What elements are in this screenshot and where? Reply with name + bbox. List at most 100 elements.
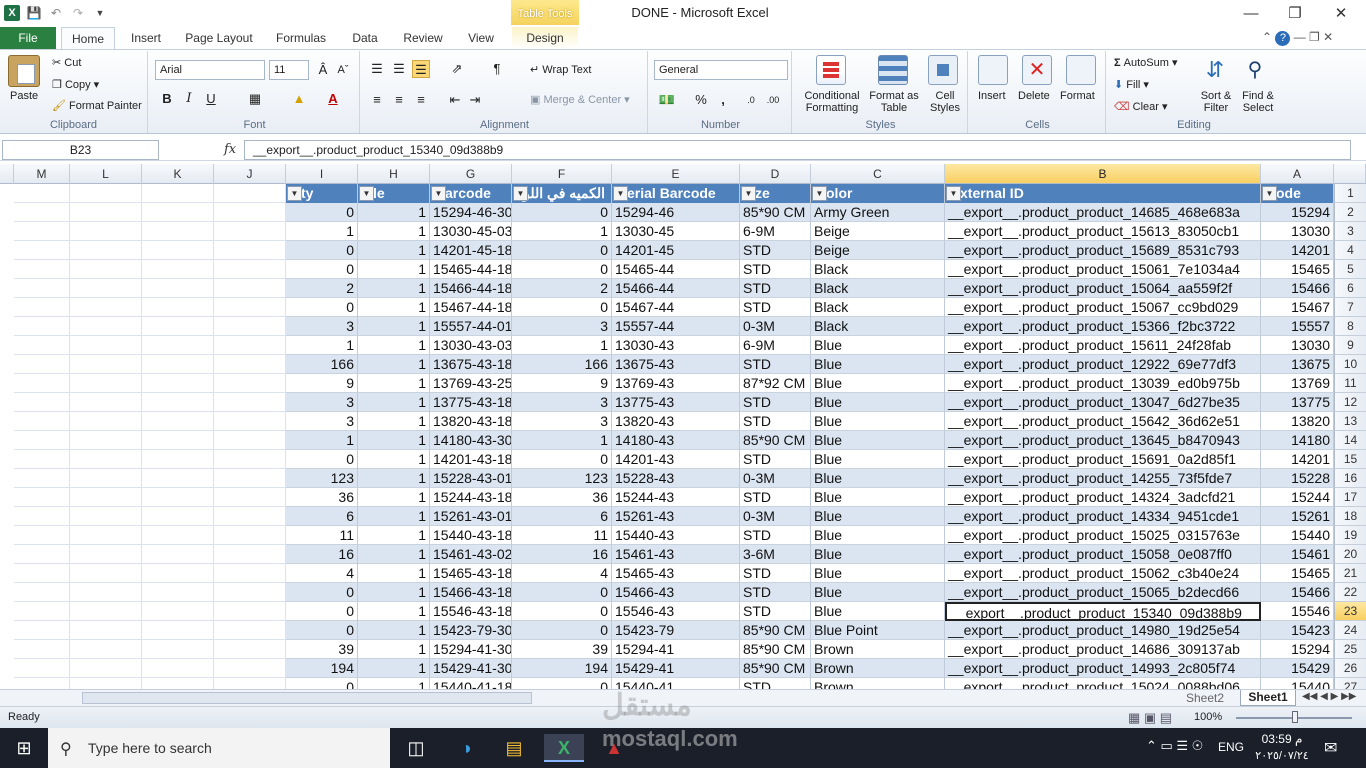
table-cell-h[interactable]: 1: [358, 260, 430, 279]
table-cell-g[interactable]: 13769-43-25: [430, 374, 512, 393]
filter-dropdown-icon[interactable]: ▼: [613, 186, 628, 201]
sheet-tab-sheet2[interactable]: Sheet2: [1186, 691, 1224, 705]
table-cell-f[interactable]: 194: [512, 659, 612, 678]
table-cell-a[interactable]: 15440: [1261, 678, 1334, 689]
table-cell-h[interactable]: 1: [358, 317, 430, 336]
table-cell-c[interactable]: Blue: [811, 450, 945, 469]
number-format-combo[interactable]: General: [654, 60, 788, 80]
table-cell-h[interactable]: 1: [358, 336, 430, 355]
empty-cell[interactable]: [14, 431, 70, 450]
insert-cells-icon[interactable]: [978, 55, 1008, 85]
column-header-a[interactable]: A: [1261, 164, 1334, 184]
table-cell-i[interactable]: 0: [286, 298, 358, 317]
empty-cell[interactable]: [70, 317, 142, 336]
filter-dropdown-icon[interactable]: ▼: [287, 186, 302, 201]
table-cell-a[interactable]: 13030: [1261, 222, 1334, 241]
table-cell-e[interactable]: 13675-43: [612, 355, 740, 374]
table-cell-c[interactable]: Blue: [811, 412, 945, 431]
empty-cell[interactable]: [14, 260, 70, 279]
empty-cell[interactable]: [14, 469, 70, 488]
table-cell-c[interactable]: Blue: [811, 583, 945, 602]
comma-button[interactable]: ,: [714, 91, 732, 109]
table-cell-i[interactable]: 0: [286, 241, 358, 260]
minimize-button[interactable]: —: [1228, 0, 1274, 27]
empty-cell[interactable]: [14, 298, 70, 317]
table-cell-h[interactable]: 1: [358, 279, 430, 298]
table-cell-b[interactable]: __export__.product_product_15065_b2decd6…: [945, 583, 1261, 602]
table-cell-d[interactable]: STD: [740, 602, 811, 621]
table-cell-f[interactable]: 3: [512, 412, 612, 431]
filter-dropdown-icon[interactable]: ▼: [741, 186, 756, 201]
table-cell-e[interactable]: 15228-43: [612, 469, 740, 488]
table-cell-a[interactable]: 15228: [1261, 469, 1334, 488]
column-header-m[interactable]: M: [14, 164, 70, 184]
column-header-h[interactable]: H: [358, 164, 430, 184]
worksheet-grid[interactable]: M L K J I H G F E D C B A 1 ty ▼ le ▼ arcode ▼ الكميه في الل…: [0, 164, 1366, 689]
empty-cell[interactable]: [14, 241, 70, 260]
table-cell-d[interactable]: 85*90 CM: [740, 431, 811, 450]
table-cell-d[interactable]: STD: [740, 412, 811, 431]
clock-time[interactable]: 03:59 م: [1254, 732, 1310, 746]
empty-cell[interactable]: [70, 659, 142, 678]
empty-cell[interactable]: [142, 203, 214, 222]
empty-cell[interactable]: [70, 374, 142, 393]
paste-button[interactable]: Paste: [10, 90, 38, 102]
name-box[interactable]: B23: [2, 140, 159, 160]
table-cell-h[interactable]: 1: [358, 545, 430, 564]
table-cell-b[interactable]: __export__.product_product_12922_69e77df…: [945, 355, 1261, 374]
empty-cell[interactable]: [70, 298, 142, 317]
table-cell-h[interactable]: 1: [358, 393, 430, 412]
row-header[interactable]: 2: [1334, 203, 1366, 222]
empty-cell[interactable]: [142, 583, 214, 602]
table-cell-i[interactable]: 1: [286, 222, 358, 241]
table-cell-a[interactable]: 15294: [1261, 203, 1334, 222]
table-cell-f[interactable]: 0: [512, 602, 612, 621]
table-cell-e[interactable]: 15440-43: [612, 526, 740, 545]
empty-cell[interactable]: [214, 184, 286, 203]
tab-page-layout[interactable]: Page Layout: [177, 27, 261, 49]
table-cell-e[interactable]: 15261-43: [612, 507, 740, 526]
row-header[interactable]: 24: [1334, 621, 1366, 640]
table-cell-b[interactable]: __export__.product_product_15061_7e1034a…: [945, 260, 1261, 279]
insert-function-button[interactable]: fx: [224, 140, 242, 160]
empty-cell[interactable]: [70, 526, 142, 545]
close-button[interactable]: ✕: [1318, 0, 1364, 27]
insert-button[interactable]: Insert: [978, 90, 1006, 102]
empty-cell[interactable]: [70, 602, 142, 621]
table-cell-b[interactable]: __export__.product_product_14255_73f5fde…: [945, 469, 1261, 488]
decrease-indent-icon[interactable]: ⇤: [446, 91, 464, 109]
table-header-b[interactable]: xternal ID ▼: [945, 184, 1261, 203]
align-center-icon[interactable]: ≡: [390, 91, 408, 109]
empty-cell[interactable]: [142, 488, 214, 507]
autosum-button[interactable]: Σ AutoSum ▾: [1114, 56, 1178, 69]
row-header[interactable]: 1: [1334, 184, 1366, 203]
row-header[interactable]: 11: [1334, 374, 1366, 393]
column-header-g[interactable]: G: [430, 164, 512, 184]
table-cell-a[interactable]: 13675: [1261, 355, 1334, 374]
table-cell-c[interactable]: Blue: [811, 564, 945, 583]
table-cell-i[interactable]: 3: [286, 317, 358, 336]
table-cell-g[interactable]: 13030-43-03: [430, 336, 512, 355]
table-cell-h[interactable]: 1: [358, 488, 430, 507]
table-cell-c[interactable]: Black: [811, 298, 945, 317]
row-header[interactable]: 13: [1334, 412, 1366, 431]
empty-cell[interactable]: [214, 374, 286, 393]
table-cell-a[interactable]: 14180: [1261, 431, 1334, 450]
language-indicator[interactable]: ENG: [1218, 740, 1244, 754]
empty-cell[interactable]: [142, 640, 214, 659]
empty-cell[interactable]: [142, 393, 214, 412]
table-cell-i[interactable]: 0: [286, 260, 358, 279]
table-cell-e[interactable]: 14201-45: [612, 241, 740, 260]
table-cell-h[interactable]: 1: [358, 583, 430, 602]
row-header[interactable]: 16: [1334, 469, 1366, 488]
table-cell-a[interactable]: 13775: [1261, 393, 1334, 412]
table-cell-i[interactable]: 6: [286, 507, 358, 526]
copy-button[interactable]: ❐ Copy ▾: [52, 78, 99, 91]
delete-button[interactable]: Delete: [1018, 90, 1050, 102]
table-cell-i[interactable]: 3: [286, 412, 358, 431]
row-header[interactable]: 12: [1334, 393, 1366, 412]
row-header[interactable]: 14: [1334, 431, 1366, 450]
table-cell-c[interactable]: Army Green: [811, 203, 945, 222]
table-cell-f[interactable]: 0: [512, 450, 612, 469]
row-header[interactable]: 6: [1334, 279, 1366, 298]
